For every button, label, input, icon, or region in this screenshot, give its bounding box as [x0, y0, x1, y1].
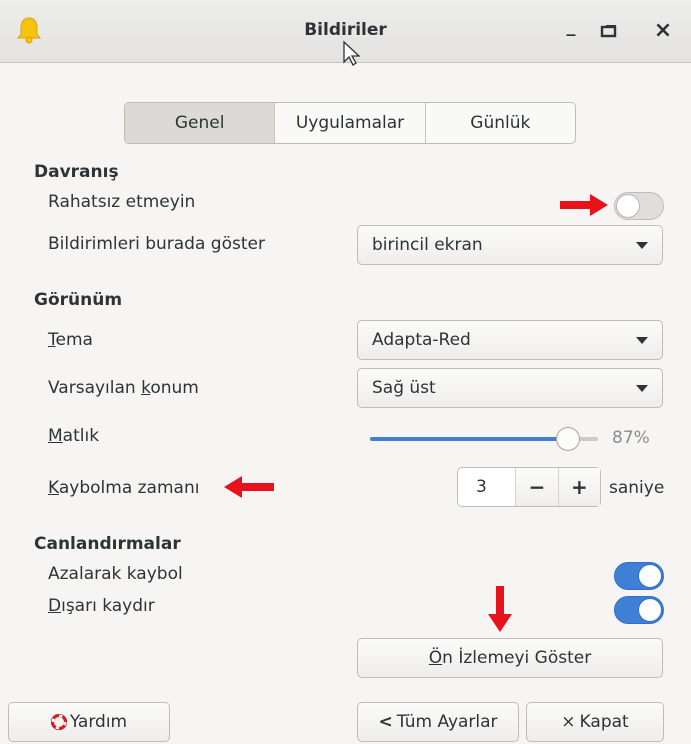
appearance-heading: Görünüm [34, 290, 123, 310]
tab-bar: Genel Uygulamalar Günlük [124, 102, 576, 144]
opacity-label-rest: atlık [62, 426, 100, 446]
opacity-slider-fill [370, 437, 569, 441]
close-button-label: Kapat [579, 712, 629, 732]
chevron-left-icon: < [378, 712, 393, 732]
theme-label: Tema [48, 330, 93, 350]
position-label: Varsayılan konum [48, 378, 199, 398]
close-button[interactable]: × Kapat [526, 702, 664, 742]
theme-select[interactable]: Adapta-Red [357, 320, 663, 360]
fade-label: Azalarak kaybol [48, 564, 183, 584]
opacity-label-mnemonic: M [48, 426, 63, 446]
help-button-label: Yardım [69, 712, 128, 732]
preview-button-mnemonic: Ö [428, 648, 443, 668]
close-window-button[interactable]: × [650, 18, 676, 44]
position-label-rest: onum [150, 378, 199, 398]
preview-button[interactable]: Ön İzlemeyi Göster [357, 638, 663, 678]
theme-select-value: Adapta-Red [372, 330, 471, 350]
timeout-label-mnemonic: K [48, 478, 59, 498]
cursor-icon [342, 40, 361, 70]
animations-heading: Canlandırmalar [34, 534, 181, 554]
toggle-knob [638, 598, 662, 622]
tab-gunluk[interactable]: Günlük [426, 103, 575, 143]
timeout-unit: saniye [609, 478, 665, 498]
toggle-knob [616, 194, 640, 218]
annotation-arrow-right [560, 194, 608, 220]
slide-label-mnemonic: D [48, 596, 62, 616]
tab-genel[interactable]: Genel [125, 103, 276, 143]
position-select-value: Sağ üst [372, 378, 436, 398]
dnd-toggle[interactable] [614, 192, 664, 220]
minimize-button[interactable]: _ [558, 14, 584, 40]
timeout-decrease-button[interactable]: − [515, 468, 558, 506]
slide-label-rest: ışarı kaydır [61, 596, 155, 616]
timeout-spinbutton[interactable]: 3 − + [457, 467, 601, 507]
display-label: Bildirimleri burada göster [48, 234, 265, 254]
dropdown-arrow-icon [636, 337, 648, 344]
opacity-value: 87% [612, 428, 650, 448]
theme-label-mnemonic: T [48, 330, 56, 350]
window-title: Bildiriler [304, 20, 387, 40]
all-settings-button[interactable]: < Tüm Ayarlar [357, 702, 519, 742]
position-label-mnemonic: k [141, 378, 151, 398]
dropdown-arrow-icon [636, 385, 648, 392]
timeout-value[interactable]: 3 [458, 468, 515, 506]
all-settings-label: Tüm Ayarlar [396, 712, 498, 732]
display-select-value: birincil ekran [372, 235, 483, 255]
position-select[interactable]: Sağ üst [357, 368, 663, 408]
annotation-arrow-down [488, 586, 512, 636]
lifebuoy-icon [50, 706, 67, 744]
annotation-arrow-left [224, 476, 274, 502]
toggle-knob [638, 564, 662, 588]
behavior-heading: Davranış [34, 162, 119, 182]
timeout-label: Kaybolma zamanı [48, 478, 199, 498]
maximize-button[interactable] [596, 18, 622, 44]
preview-button-label: n İzlemeyi Göster [442, 648, 592, 668]
dnd-label: Rahatsız etmeyin [48, 192, 196, 212]
help-button[interactable]: Yardım [8, 702, 170, 742]
tab-uygulamalar[interactable]: Uygulamalar [275, 103, 426, 143]
timeout-increase-button[interactable]: + [557, 468, 601, 506]
dropdown-arrow-icon [636, 242, 648, 249]
theme-label-rest: ema [55, 330, 93, 350]
opacity-label: Matlık [48, 426, 99, 446]
opacity-slider-handle[interactable] [556, 427, 581, 451]
display-select[interactable]: birincil ekran [357, 225, 663, 265]
fade-toggle[interactable] [614, 562, 664, 590]
slide-label: Dışarı kaydır [48, 596, 155, 616]
position-label-prefix: Varsayılan [48, 378, 142, 398]
slide-toggle[interactable] [614, 596, 664, 624]
close-icon: × [561, 712, 576, 732]
timeout-label-rest: aybolma zamanı [58, 478, 200, 498]
